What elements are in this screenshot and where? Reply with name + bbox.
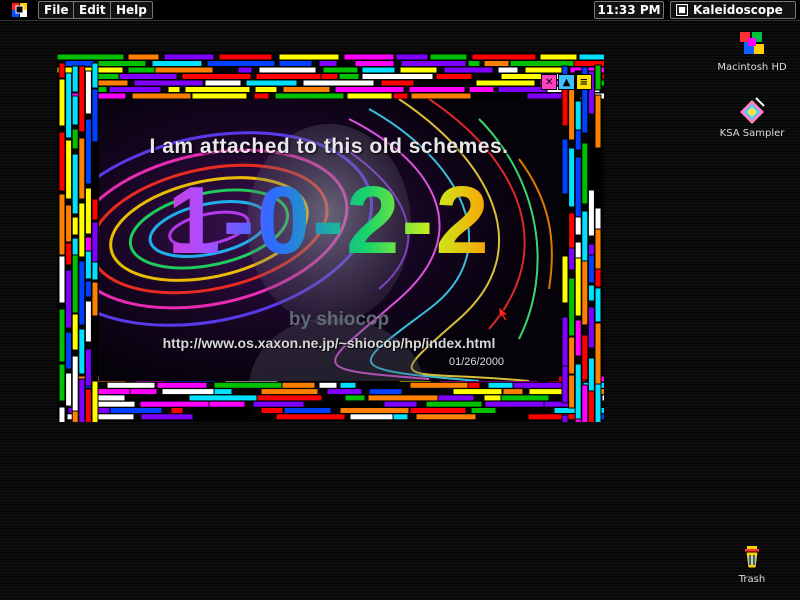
collapse-box-icon[interactable]: ≡ [575,74,592,90]
menu-clock[interactable]: 11:33 PM [594,1,664,19]
desktop-icon-label-sampler: KSA Sampler [719,128,785,139]
kaleidoscope-app-icon [675,3,689,17]
menu-file[interactable]: File [38,1,75,19]
zoom-box-icon[interactable]: ▲ [558,74,575,90]
headline-text: I am attached to this old schemes. [149,135,509,158]
about-content: I am attached to this old schemes. 1-0-2… [99,99,559,381]
byline-text: by shiocop [288,309,390,330]
menu-bar: File Edit Help 11:33 PM Kaleidoscope [0,0,800,21]
homepage-url[interactable]: http://www.os.xaxon.ne.jp/~shiocop/hp/in… [99,335,559,351]
desktop-icon-ksa-sampler[interactable]: KSA Sampler [712,94,792,139]
desktop: File Edit Help 11:33 PM Kaleidoscope Mac… [0,0,800,600]
close-box-icon[interactable]: ✕ [541,74,558,90]
ksa-sampler-icon [736,94,768,126]
active-app-name: Kaleidoscope [693,3,783,17]
apple-menu-icon[interactable] [10,1,30,19]
window-controls: ✕ ▲ ≡ [541,74,593,90]
big-number-text: 1-0-2-2 [99,171,559,271]
about-window[interactable]: ✕ ▲ ≡ I am attached to this old schemes.… [57,52,604,422]
menu-help[interactable]: Help [110,1,153,19]
desktop-icon-trash[interactable]: Trash [712,540,792,585]
trash-icon [736,540,768,572]
menu-edit[interactable]: Edit [73,1,112,19]
date-text: 01/26/2000 [449,356,505,368]
application-menu[interactable]: Kaleidoscope [670,1,796,19]
desktop-icon-label-hd: Macintosh HD [717,62,787,73]
desktop-icon-macintosh-hd[interactable]: Macintosh HD [712,28,792,73]
mouse-pointer-icon [499,307,509,321]
desktop-icon-label-trash: Trash [738,574,766,585]
hard-disk-icon [736,28,768,60]
